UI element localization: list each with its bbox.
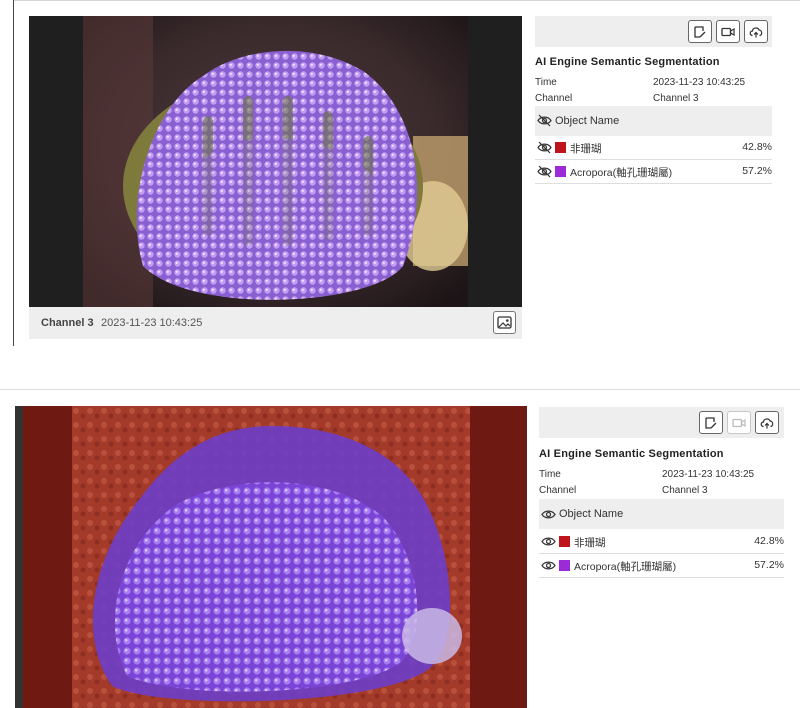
note-button[interactable]	[688, 20, 712, 43]
object-name: Acropora(軸孔珊瑚屬)	[574, 561, 677, 573]
eye-off-icon[interactable]	[537, 165, 552, 183]
eye-off-icon[interactable]	[537, 141, 552, 159]
color-swatch	[559, 560, 570, 571]
object-name: Acropora(軸孔珊瑚屬)	[570, 167, 673, 179]
note-edit-icon	[694, 26, 706, 38]
left-border	[13, 0, 14, 346]
time-label: Time	[535, 77, 557, 88]
segmentation-panel: AI Engine Semantic Segmentation Time 202…	[539, 407, 784, 578]
capture-timestamp: 2023-11-23 10:43:25	[101, 317, 203, 329]
video-button[interactable]	[727, 411, 751, 434]
coral-photo	[83, 16, 468, 307]
channel-field-label: Channel	[539, 485, 577, 496]
panel-title: AI Engine Semantic Segmentation	[535, 56, 720, 68]
eye-icon[interactable]	[541, 535, 556, 553]
section-divider	[0, 389, 800, 390]
image-snapshot-icon	[497, 316, 512, 329]
color-swatch	[555, 142, 566, 153]
camera-footer: Channel 3 2023-11-23 10:43:25	[29, 307, 522, 339]
camera-frame-segmented[interactable]	[15, 406, 527, 708]
object-row: 非珊瑚 42.8%	[535, 136, 772, 160]
cloud-upload-icon	[749, 27, 763, 38]
eye-off-icon[interactable]	[537, 114, 552, 132]
time-value: 2023-11-23 10:43:25	[662, 469, 755, 480]
note-edit-icon	[705, 417, 717, 429]
channel-field-label: Channel	[535, 93, 573, 104]
segmentation-panel: AI Engine Semantic Segmentation Time 202…	[535, 16, 772, 186]
color-swatch	[559, 536, 570, 547]
segmented-coral-photo	[72, 406, 470, 708]
object-list-header: Object Name	[535, 106, 772, 136]
object-percent: 42.8%	[754, 535, 784, 547]
channel-value: Channel 3	[662, 485, 708, 496]
video-button[interactable]	[716, 20, 740, 43]
object-row: Acropora(軸孔珊瑚屬) 57.2%	[535, 160, 772, 184]
object-name-header: Object Name	[559, 508, 624, 520]
cloud-upload-button[interactable]	[755, 411, 779, 434]
object-percent: 57.2%	[754, 559, 784, 571]
color-swatch	[555, 166, 566, 177]
video-camera-icon	[732, 418, 746, 428]
camera-frame-original[interactable]	[29, 16, 522, 307]
cloud-upload-button[interactable]	[744, 20, 768, 43]
panel-toolbar	[539, 407, 784, 438]
object-list-header: Object Name	[539, 499, 784, 529]
object-percent: 57.2%	[742, 165, 772, 177]
panel-toolbar	[535, 16, 772, 47]
object-name-header: Object Name	[555, 115, 620, 127]
panel-title: AI Engine Semantic Segmentation	[539, 448, 724, 460]
object-row: 非珊瑚 42.8%	[539, 530, 784, 554]
note-button[interactable]	[699, 411, 723, 434]
eye-icon[interactable]	[541, 559, 556, 577]
top-divider	[13, 0, 800, 1]
time-value: 2023-11-23 10:43:25	[653, 77, 746, 88]
time-label: Time	[539, 469, 561, 480]
segmentation-overlay	[23, 406, 527, 708]
video-camera-icon	[721, 27, 735, 37]
channel-label: Channel 3	[41, 317, 94, 329]
cloud-upload-icon	[760, 418, 774, 429]
snapshot-button[interactable]	[493, 311, 516, 334]
object-percent: 42.8%	[742, 141, 772, 153]
object-name: 非珊瑚	[570, 143, 602, 155]
eye-icon[interactable]	[541, 508, 556, 526]
object-row: Acropora(軸孔珊瑚屬) 57.2%	[539, 554, 784, 578]
channel-value: Channel 3	[653, 93, 699, 104]
object-name: 非珊瑚	[574, 537, 606, 549]
